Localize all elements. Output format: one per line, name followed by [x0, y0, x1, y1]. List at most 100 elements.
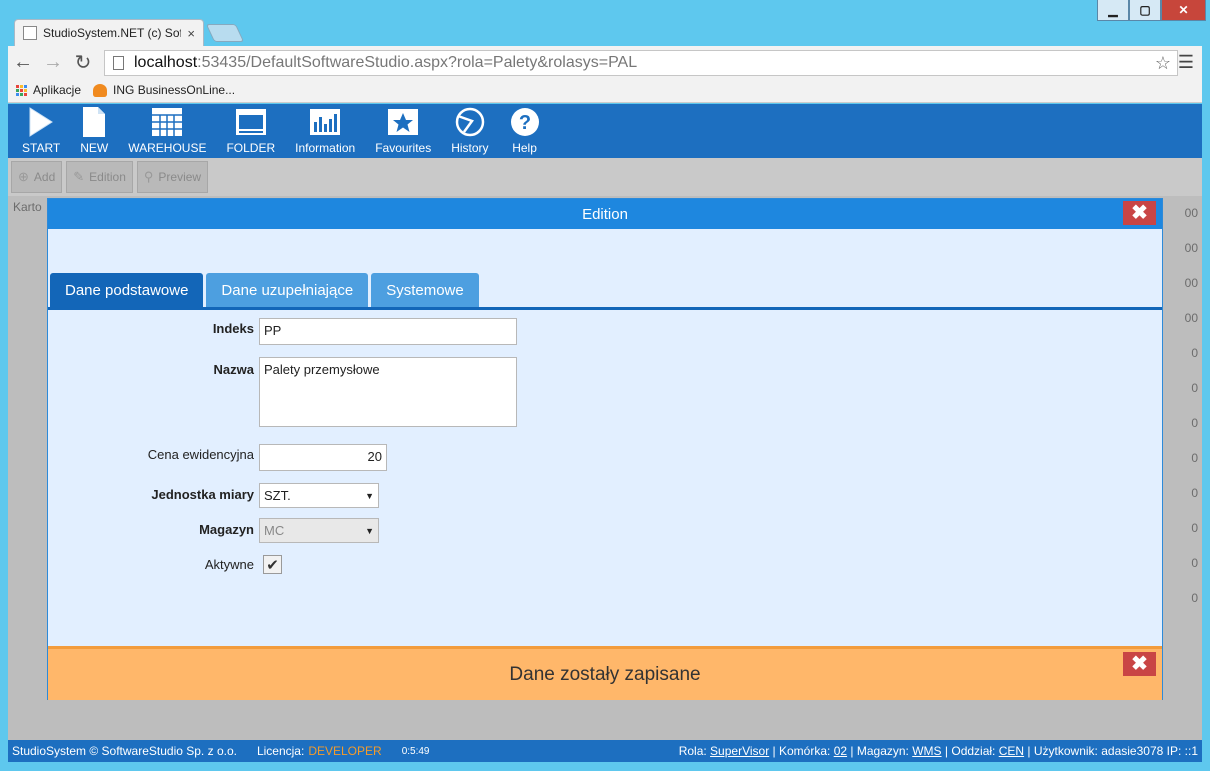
save-notification: Dane zostały zapisane ✖	[48, 646, 1162, 700]
browser-toolbar: ← → ↻ localhost:53435/DefaultSoftwareStu…	[8, 46, 1202, 78]
edition-button[interactable]: ✎ Edition	[66, 161, 133, 193]
start-play-icon	[27, 105, 55, 139]
tab-title: StudioSystem.NET (c) Soft	[43, 26, 182, 40]
magnifier-icon: ⚲	[143, 169, 154, 184]
action-toolbar: ⊕ Add ✎ Edition ⚲ Preview	[8, 158, 1202, 196]
preview-button[interactable]: ⚲ Preview	[136, 161, 209, 193]
status-right: Rola: SuperVisor | Komórka: 02 | Magazyn…	[678, 744, 1198, 758]
nav-label: Help	[512, 141, 537, 155]
uzytkownik-value: adasie3078	[1101, 744, 1164, 758]
magazyn-label: Magazyn	[199, 522, 254, 537]
browser-tab[interactable]: StudioSystem.NET (c) Soft ×	[14, 19, 204, 46]
licencja-label: Licencja:	[256, 744, 305, 758]
notification-text: Dane zostały zapisane	[509, 663, 701, 685]
indeks-label: Indeks	[212, 321, 254, 336]
page-favicon-icon	[23, 26, 37, 40]
nav-warehouse[interactable]: WAREHOUSE	[118, 105, 216, 158]
rola-label: Rola:	[678, 744, 707, 758]
new-tab-button[interactable]	[205, 24, 245, 42]
forward-arrow-icon[interactable]: →	[38, 51, 68, 74]
cena-input[interactable]: 20	[259, 444, 387, 471]
warehouse-grid-icon	[151, 105, 183, 139]
notification-close-button[interactable]: ✖	[1123, 652, 1156, 676]
magazyn-label: Magazyn:	[856, 744, 909, 758]
nav-history[interactable]: History	[441, 105, 498, 158]
nav-favourites[interactable]: Favourites	[365, 105, 441, 158]
bookmark-ing[interactable]: ING BusinessOnLine...	[93, 83, 235, 97]
bookmark-label: ING BusinessOnLine...	[113, 83, 236, 97]
komorka-label: Komórka:	[779, 744, 831, 758]
bookmark-star-icon[interactable]: ☆	[1155, 53, 1171, 74]
page-icon	[113, 56, 124, 70]
modal-header: Edition ✖	[48, 199, 1162, 229]
nav-label: FOLDER	[226, 141, 276, 155]
licencja-value: DEVELOPER	[308, 744, 382, 758]
nav-folder[interactable]: FOLDER	[216, 105, 285, 158]
uzytkownik-label: Użytkownik:	[1033, 744, 1098, 758]
tab-close-icon[interactable]: ×	[187, 26, 195, 41]
jednostka-value: SZT.	[264, 488, 291, 503]
reload-icon[interactable]: ↻	[68, 50, 98, 75]
modal-close-button[interactable]: ✖	[1123, 201, 1156, 225]
modal-tabs: Dane podstawowe Dane uzupełniające Syste…	[50, 273, 479, 308]
plus-icon: ⊕	[18, 169, 29, 184]
oddzial-label: Oddział:	[951, 744, 996, 758]
aktywne-checkbox[interactable]: ✔	[263, 555, 282, 574]
chart-bars-icon	[309, 105, 341, 139]
action-label: Edition	[89, 170, 126, 184]
cena-label: Cena ewidencyjna	[147, 447, 254, 462]
nav-label: NEW	[80, 141, 109, 155]
status-bar: StudioSystem © SoftwareStudio Sp. z o.o.…	[8, 740, 1202, 762]
rola-link[interactable]: SuperVisor	[710, 744, 769, 758]
browser-menu-icon[interactable]: ☰	[1178, 52, 1194, 73]
minimize-button[interactable]: ▁	[1097, 0, 1129, 21]
nav-label: History	[451, 141, 489, 155]
modal-title: Edition	[582, 205, 628, 223]
nav-label: WAREHOUSE	[128, 141, 207, 155]
history-icon	[454, 105, 486, 139]
chevron-down-icon: ▼	[365, 490, 374, 501]
address-bar[interactable]: localhost:53435/DefaultSoftwareStudio.as…	[104, 50, 1178, 76]
bookmark-aplikacje[interactable]: Aplikacje	[16, 83, 81, 97]
svg-text:?: ?	[518, 112, 530, 134]
tab-dane-podstawowe[interactable]: Dane podstawowe	[50, 273, 204, 308]
nav-start[interactable]: START	[12, 105, 70, 158]
maximize-button[interactable]: ▢	[1129, 0, 1161, 21]
tab-systemowe[interactable]: Systemowe	[371, 273, 479, 308]
window-controls: ▁ ▢ ✕	[1097, 0, 1206, 22]
oddzial-link[interactable]: CEN	[999, 744, 1024, 758]
nav-new[interactable]: NEW	[70, 105, 118, 158]
add-button[interactable]: ⊕ Add	[11, 161, 63, 193]
star-icon	[387, 105, 419, 139]
session-time: 0:5:49	[401, 745, 430, 757]
magazyn-value: MC	[264, 523, 285, 538]
nav-help[interactable]: ? Help	[499, 105, 551, 158]
bookmarks-bar: Aplikacje ING BusinessOnLine...	[8, 78, 1202, 103]
nazwa-textarea[interactable]: Palety przemysłowe	[259, 357, 517, 427]
magazyn-select[interactable]: MC ▼	[259, 518, 379, 543]
checkmark-icon: ✔	[266, 556, 279, 574]
tab-dane-uzupelniajace[interactable]: Dane uzupełniające	[206, 273, 369, 308]
action-label: Add	[33, 170, 56, 184]
magazyn-link[interactable]: WMS	[912, 744, 941, 758]
ing-lion-icon	[93, 83, 108, 97]
close-window-button[interactable]: ✕	[1161, 0, 1206, 21]
action-label: Preview	[158, 170, 202, 184]
jednostka-select[interactable]: SZT. ▼	[259, 483, 379, 508]
aktywne-label: Aktywne	[204, 557, 254, 572]
jednostka-label: Jednostka miary	[151, 487, 254, 502]
back-arrow-icon[interactable]: ←	[8, 51, 38, 74]
apps-grid-icon	[16, 84, 27, 96]
nazwa-label: Nazwa	[213, 362, 254, 377]
copyright-text: StudioSystem © SoftwareStudio Sp. z o.o.	[12, 744, 237, 758]
bookmark-label: Aplikacje	[33, 83, 82, 97]
tab-underline	[48, 307, 1162, 310]
main-navigation: START NEW WAREHOUSE FOLDER Information F…	[8, 104, 1202, 158]
new-document-icon	[81, 105, 107, 139]
ip-label: IP:	[1166, 744, 1182, 758]
folder-window-icon	[235, 105, 267, 139]
nav-information[interactable]: Information	[285, 105, 365, 158]
help-question-icon: ?	[509, 105, 541, 139]
komorka-link[interactable]: 02	[834, 744, 847, 758]
indeks-input[interactable]: PP	[259, 318, 517, 345]
